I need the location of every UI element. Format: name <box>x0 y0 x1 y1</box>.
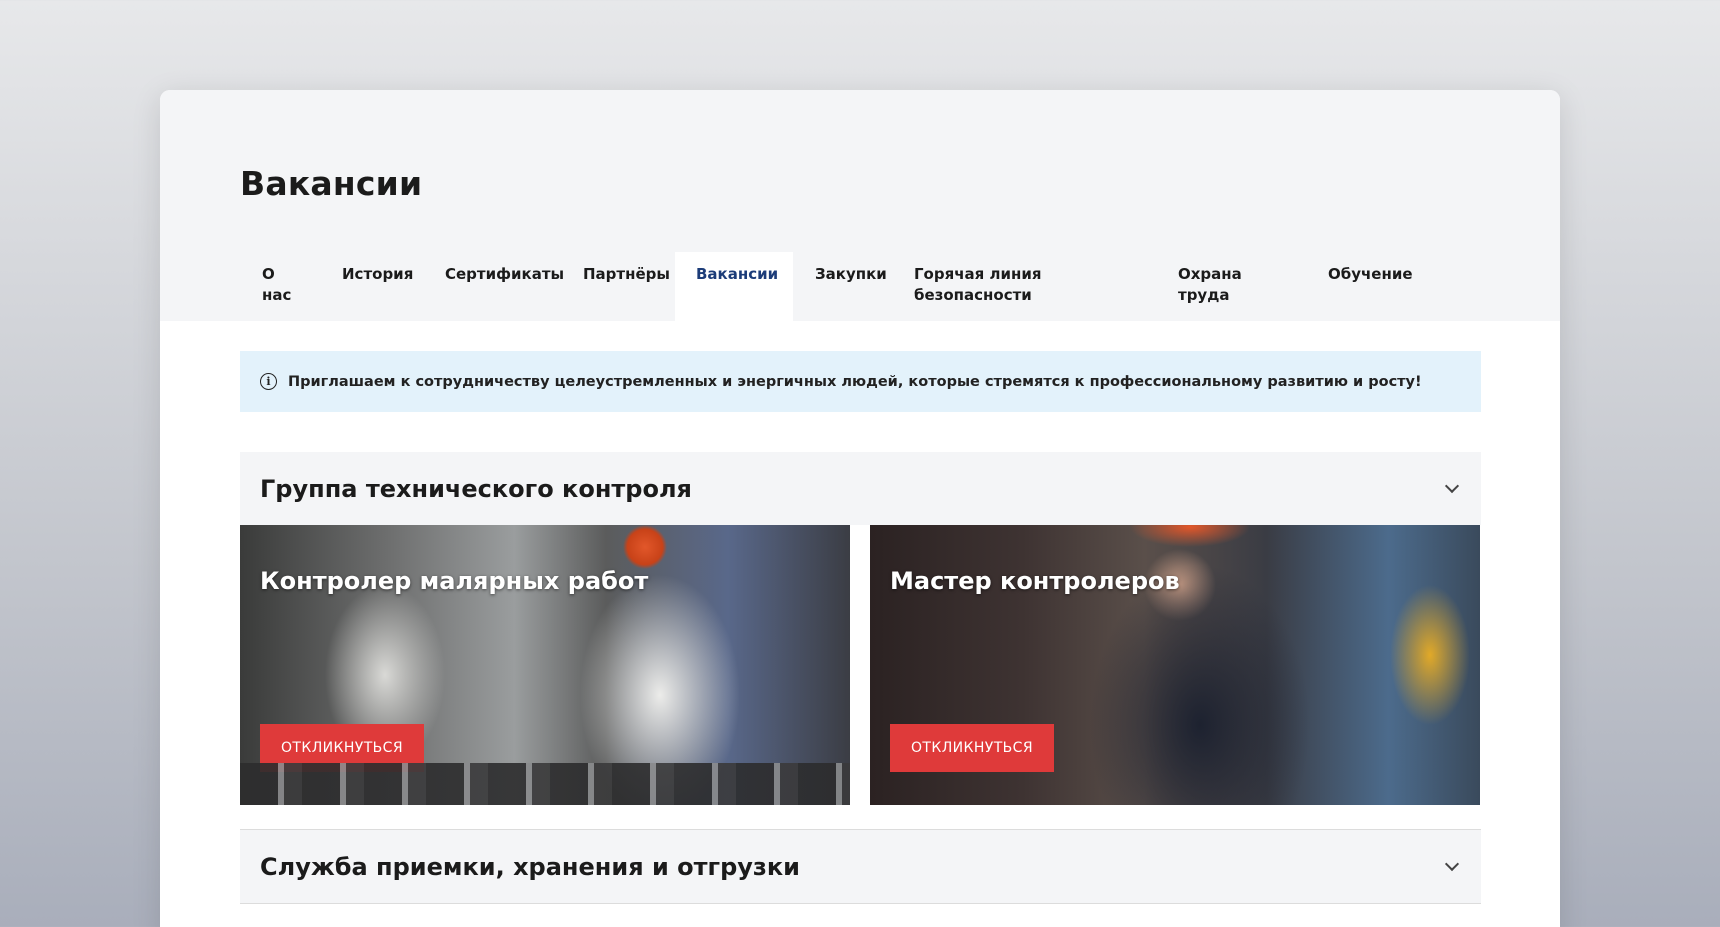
page-header: Вакансии О нас История Сертификаты Партн… <box>160 90 1560 321</box>
vacancy-group: Группа технического контроля Контролер м… <box>240 452 1481 805</box>
respond-button[interactable]: Откликнуться <box>890 724 1054 772</box>
info-icon: i <box>260 373 277 390</box>
tab-about[interactable]: О нас <box>240 252 320 321</box>
tab-label: труда <box>1178 286 1230 304</box>
tab-history[interactable]: История <box>342 252 413 321</box>
tab-label: О <box>262 265 275 283</box>
tab-label: Охрана <box>1178 265 1242 283</box>
tab-label: Горячая линия <box>914 265 1042 283</box>
tab-certificates[interactable]: Сертификаты <box>445 252 564 321</box>
browser-window: Вакансии О нас История Сертификаты Партн… <box>160 90 1560 927</box>
tab-training[interactable]: Обучение <box>1328 252 1413 321</box>
tab-procurement[interactable]: Закупки <box>815 252 887 321</box>
tab-label: Вакансии <box>696 265 779 283</box>
chevron-down-icon[interactable] <box>1444 856 1460 871</box>
vacancy-card[interactable]: Мастер контролеров Откликнуться <box>870 525 1480 805</box>
group-header-technical-control[interactable]: Группа технического контроля <box>240 452 1481 525</box>
vacancy-cards: Контролер малярных работ Откликнуться Ма… <box>240 525 1481 805</box>
tab-label: Партнёры <box>583 265 670 283</box>
tab-partners[interactable]: Партнёры <box>583 252 670 321</box>
group-title: Группа технического контроля <box>260 474 692 503</box>
group-header-receiving-storage-shipping[interactable]: Служба приемки, хранения и отгрузки <box>240 830 1481 903</box>
tab-safety-hotline[interactable]: Горячая линия безопасности <box>914 252 1042 321</box>
vacancy-group: Служба приемки, хранения и отгрузки <box>240 829 1481 904</box>
section-tabs: О нас История Сертификаты Партнёры Вакан… <box>240 252 1480 321</box>
tab-labor-protection[interactable]: Охрана труда <box>1178 252 1242 321</box>
tab-label: Обучение <box>1328 265 1413 283</box>
tab-label: безопасности <box>914 286 1032 304</box>
tab-label: нас <box>262 286 292 304</box>
info-text: Приглашаем к сотрудничеству целеустремле… <box>288 373 1422 390</box>
main-content: i Приглашаем к сотрудничеству целеустрем… <box>240 351 1481 904</box>
vacancy-title: Мастер контролеров <box>890 567 1180 595</box>
tab-label: Закупки <box>815 265 887 283</box>
tab-label: Сертификаты <box>445 265 565 283</box>
respond-button[interactable]: Откликнуться <box>260 724 424 772</box>
page-title: Вакансии <box>240 164 423 203</box>
vacancy-title: Контролер малярных работ <box>260 567 649 595</box>
tab-label: История <box>342 265 414 283</box>
vacancy-card[interactable]: Контролер малярных работ Откликнуться <box>240 525 850 805</box>
group-title: Служба приемки, хранения и отгрузки <box>260 852 800 881</box>
info-banner: i Приглашаем к сотрудничеству целеустрем… <box>240 351 1481 412</box>
chevron-down-icon[interactable] <box>1444 478 1460 493</box>
tab-vacancies[interactable]: Вакансии <box>675 252 793 321</box>
